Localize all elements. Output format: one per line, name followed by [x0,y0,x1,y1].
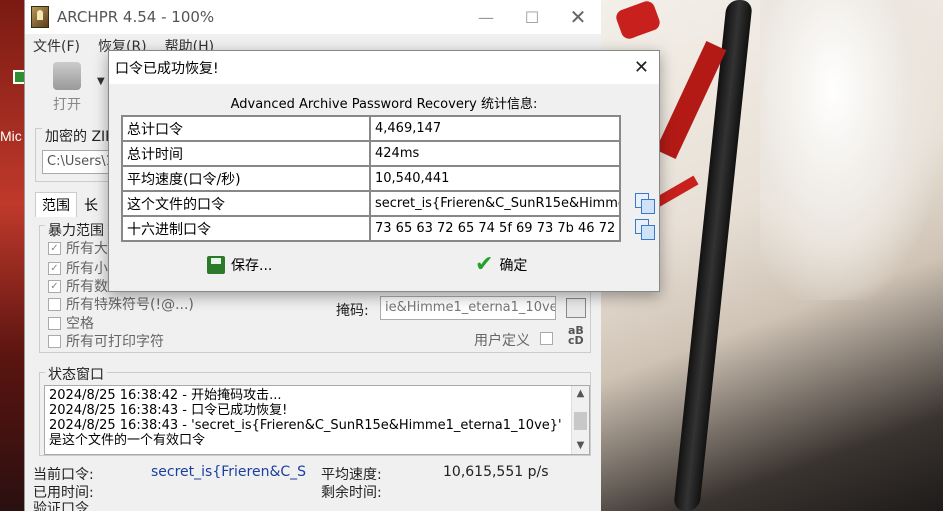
checkbox[interactable]: ✓ [48,241,61,255]
current-password-label: 当前口令: [33,467,94,483]
current-password-value: secret_is{Frieren&C_S [151,464,307,480]
checkbox[interactable]: ✓ [48,261,61,275]
charset-printable-option[interactable]: 所有可打印字符 [48,331,164,351]
menu-file[interactable]: 文件(F) [33,36,80,56]
dialog-titlebar[interactable]: 口令已成功恢复! ✕ [109,51,659,84]
stat-key: 平均速度(口令/秒) [121,165,371,192]
checkbox[interactable] [48,297,61,311]
stat-key: 总计时间 [121,140,371,167]
mask-label: 掩码: [336,303,369,319]
ok-button[interactable]: ✔ 确定 [475,252,528,277]
save-icon [207,256,225,274]
attack-tabs: 范围 长 [35,192,105,217]
save-button[interactable]: 保存... [207,255,272,275]
charset-upper-option[interactable]: ✓ 所有大 [48,238,108,258]
stat-value: 4,469,147 [369,115,621,142]
log-line: 2024/8/25 16:38:42 - 开始掩码攻击... [49,388,282,403]
save-label: 保存... [231,258,273,274]
option-label: 所有大 [66,241,108,257]
mask-input[interactable]: ie&Himme1_eterna1_10ve} [380,296,556,320]
avg-speed-value: 10,615,551 p/s [443,464,549,480]
charset-space-option[interactable]: 空格 [48,313,94,333]
status-log[interactable]: 2024/8/25 16:38:42 - 开始掩码攻击... 2024/8/25… [44,385,590,455]
copy-password-icon[interactable] [633,193,655,214]
charset-editor-icon[interactable]: aB cD [568,325,584,346]
option-label: 所有小 [66,261,108,277]
charset-lower-option[interactable]: ✓ 所有小 [48,258,108,278]
window-title: ARCHPR 4.54 - 100% [57,8,215,26]
tab-range[interactable]: 范围 [35,192,77,217]
desktop-icon-label[interactable]: Mic [0,128,22,144]
maximize-button[interactable]: ☐ [509,0,555,34]
status-group-label: 状态窗口 [45,364,107,384]
open-dropdown-icon[interactable]: ▼ [97,76,105,87]
close-button[interactable]: ✕ [555,0,601,34]
table-row: 这个文件的口令 secret_is{Frieren&C_SunR15e&Himm… [121,190,621,217]
wallpaper-figure [760,0,943,300]
table-row: 总计时间 424ms [121,140,621,167]
table-row: 总计口令 4,469,147 [121,115,621,142]
checkbox[interactable] [48,334,61,348]
main-titlebar[interactable]: ARCHPR 4.54 - 100% — ☐ ✕ [25,0,601,34]
remaining-label: 剩余时间: [321,485,382,501]
checkbox[interactable]: ✓ [48,279,61,293]
password-recovered-dialog: 口令已成功恢复! ✕ Advanced Archive Password Rec… [108,50,660,292]
minimize-button[interactable]: — [463,0,509,34]
scroll-thumb[interactable] [574,412,587,430]
avg-speed-label: 平均速度: [321,467,382,483]
open-button[interactable]: 打开 [45,62,89,114]
stat-value[interactable]: secret_is{Frieren&C_SunR15e&Himme1_e [369,190,621,217]
option-label: 所有可打印字符 [66,334,164,350]
zip-group-label: 加密的 ZIP [42,126,117,146]
stats-table: 总计口令 4,469,147 总计时间 424ms 平均速度(口令/秒) 10,… [121,115,621,242]
checkbox[interactable] [48,316,61,330]
option-label: 空格 [66,316,94,332]
table-row: 平均速度(口令/秒) 10,540,441 [121,165,621,192]
mask-editor-icon[interactable] [566,298,586,318]
charset-special-option[interactable]: 所有特殊符号(!@...) [48,294,194,314]
copy-hex-icon[interactable] [633,219,655,240]
stat-value[interactable]: 73 65 63 72 65 74 5f 69 73 7b 46 72 69 6 [369,215,621,242]
option-label: 所有特殊符号(!@...) [66,297,194,313]
stats-header: Advanced Archive Password Recovery 统计信息: [230,97,538,112]
log-line: 2024/8/25 16:38:43 - 'secret_is{Frieren&… [49,418,562,448]
verify-label: 验证口令... [33,501,103,511]
stat-key: 总计口令 [121,115,371,142]
stat-key: 十六进制口令 [121,215,371,242]
checkmark-icon: ✔ [475,252,494,277]
stat-value: 424ms [369,140,621,167]
status-window-group: 状态窗口 2024/8/25 16:38:42 - 开始掩码攻击... 2024… [39,364,591,456]
charset-digits-option[interactable]: ✓ 所有数 [48,276,108,296]
stat-key: 这个文件的口令 [121,190,371,217]
table-row: 十六进制口令 73 65 63 72 65 74 5f 69 73 7b 46 … [121,215,621,242]
scroll-up-icon[interactable]: ▲ [572,386,589,402]
tab-length[interactable]: 长 [77,192,105,217]
scroll-down-icon[interactable]: ▼ [572,438,589,454]
stat-value: 10,540,441 [369,165,621,192]
archpr-app-icon [31,6,49,28]
status-scrollbar[interactable]: ▲ ▼ [571,386,589,454]
dialog-title: 口令已成功恢复! [115,60,219,77]
custom-charset-label: 用户定义 [474,333,530,349]
log-line: 2024/8/25 16:38:43 - 口令已成功恢复! [49,403,288,418]
dialog-close-icon[interactable]: ✕ [634,57,649,78]
ok-label: 确定 [499,258,528,274]
open-icon [53,62,81,90]
option-label: 所有数 [66,279,108,295]
brute-group-label: 暴力范围 [45,220,107,240]
custom-charset-checkbox[interactable] [540,332,553,345]
window-controls: — ☐ ✕ [463,0,601,34]
open-label: 打开 [53,97,81,113]
